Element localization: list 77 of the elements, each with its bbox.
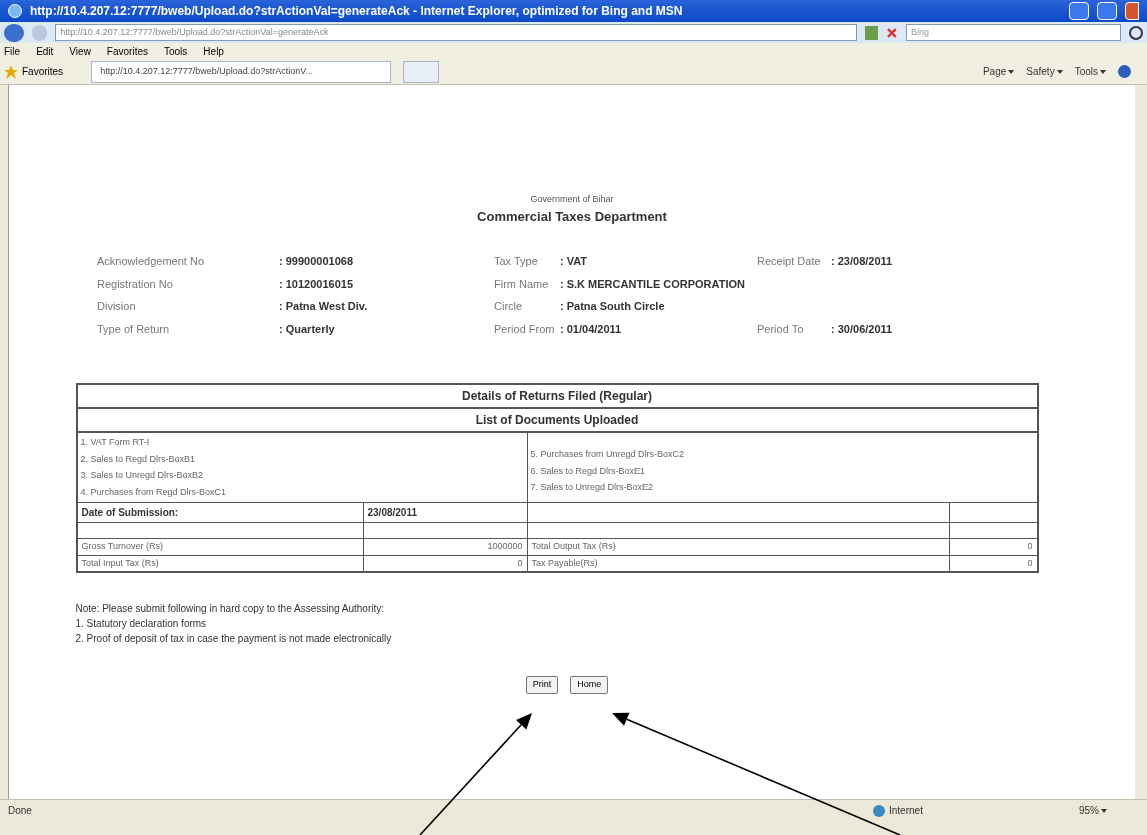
zoom-menu[interactable]: 95% <box>1079 803 1099 818</box>
document-item: 7. Sales to Unregd Dlrs-BoxE2 <box>530 481 655 494</box>
document-item: 2. Sales to Regd Dlrs-BoxB1 <box>80 452 197 466</box>
field-value: : 23/08/2011 <box>831 254 894 269</box>
table-cell-text: 0 <box>1026 556 1034 570</box>
field-label: Type of Return <box>97 321 171 337</box>
help-icon[interactable] <box>1118 65 1131 78</box>
field-label: Receipt Date <box>757 254 822 269</box>
command-menu[interactable]: Tools <box>1074 64 1098 79</box>
table-cell: 0 <box>363 555 528 571</box>
menu-item[interactable]: File <box>4 43 21 59</box>
security-zone: Internet <box>889 804 924 818</box>
table-title: Details of Returns Filed (Regular) <box>77 385 1037 409</box>
table-cell: Total Output Tax (Rs) <box>527 539 950 556</box>
search-icon[interactable] <box>1129 25 1143 40</box>
field-label: Period To <box>757 321 805 337</box>
document-item: 5. Purchases from Unregd Dlrs-BoxC2 <box>530 448 686 461</box>
note-text: Note: Please submit following in hard copy to the Assessing Authority: <box>75 602 385 616</box>
page-title: Commercial Taxes Department <box>477 207 667 226</box>
table-subtitle: List of Documents Uploaded <box>77 409 1037 433</box>
menu-item[interactable]: Edit <box>36 43 54 59</box>
ie-icon <box>8 4 22 18</box>
table-cell: Gross Turnover (Rs) <box>77 539 364 556</box>
caret-icon <box>1101 808 1107 813</box>
caret-icon <box>1008 69 1015 74</box>
refresh-button[interactable] <box>864 25 879 40</box>
caret-icon <box>1100 69 1106 74</box>
menu-item[interactable]: Help <box>203 43 224 59</box>
menu-item[interactable]: Favorites <box>106 43 148 59</box>
field-label: Division <box>97 299 137 314</box>
close-button[interactable] <box>1125 2 1139 20</box>
stop-button[interactable] <box>886 26 899 39</box>
browser-tab[interactable]: http://10.4.207.12:7777/bweb/Upload.do?strActionV... <box>91 60 392 83</box>
field-value: : 01/04/2011 <box>560 321 623 337</box>
window-title: http://10.4.207.12:7777/bweb/Upload.do?strActionVal=generateAck - Internet Explorer, optimized for Bing and MSN <box>30 3 684 20</box>
favorites-button[interactable]: Favorites <box>22 64 64 79</box>
table-cell: Tax Payable(Rs) <box>527 555 950 571</box>
table-cell: Total Input Tax (Rs) <box>77 555 364 571</box>
field-label: Tax Type <box>494 254 539 269</box>
document-item: 4. Purchases from Regd Dlrs-BoxC1 <box>80 485 228 499</box>
field-value: : Patna South Circle <box>560 299 666 314</box>
note-item: 1. Statutory declaration forms <box>75 617 208 631</box>
document-item: 1. VAT Form RT-I <box>80 436 151 449</box>
field-value: : Patna West Div. <box>279 299 369 314</box>
command-menu[interactable]: Safety <box>1026 64 1055 79</box>
menu-item[interactable]: Tools <box>164 43 188 59</box>
globe-icon <box>873 804 885 817</box>
address-field[interactable]: http://10.4.207.12:7777/bweb/Upload.do?strActionVal=generateAck <box>55 24 857 41</box>
home-button[interactable]: Home <box>570 676 609 694</box>
maximize-button[interactable] <box>1097 2 1117 20</box>
page-subtitle: Government of Bihar <box>530 193 614 206</box>
caret-icon <box>1056 69 1063 74</box>
field-value: : 10120016015 <box>279 276 354 292</box>
field-label: Acknowledgement No <box>97 254 205 269</box>
field-label: Registration No <box>97 276 174 292</box>
status-text: Done <box>8 804 33 818</box>
document-item: 3. Sales to Unregd Dlrs-BoxB2 <box>80 469 205 482</box>
field-value: : Quarterly <box>279 321 336 337</box>
document-item: 6. Sales to Regd Dlrs-BoxE1 <box>530 464 647 478</box>
note-item: 2. Proof of deposit of tax in case the payment is not made electronically <box>75 632 393 646</box>
back-button[interactable] <box>4 23 24 42</box>
field-label: Circle <box>494 299 524 314</box>
field-value: : VAT <box>560 254 589 269</box>
table-cell: Date of Submission: <box>77 503 364 523</box>
minimize-button[interactable] <box>1069 2 1089 20</box>
field-value: : 99900001068 <box>279 254 354 269</box>
print-button[interactable]: Print <box>525 676 559 694</box>
field-label: Firm Name <box>494 276 550 292</box>
field-value: : S.K MERCANTILE CORPORATION <box>560 276 746 292</box>
field-value: : 30/06/2011 <box>831 321 894 337</box>
menu-item[interactable]: View <box>69 43 91 59</box>
table-cell: 23/08/2011 <box>363 503 528 523</box>
command-menu[interactable]: Page <box>982 64 1007 79</box>
table-cell: 1000000 <box>363 539 528 556</box>
field-label: Period From <box>494 321 556 337</box>
table-cell: 0 <box>949 539 1037 556</box>
star-icon <box>4 64 18 79</box>
